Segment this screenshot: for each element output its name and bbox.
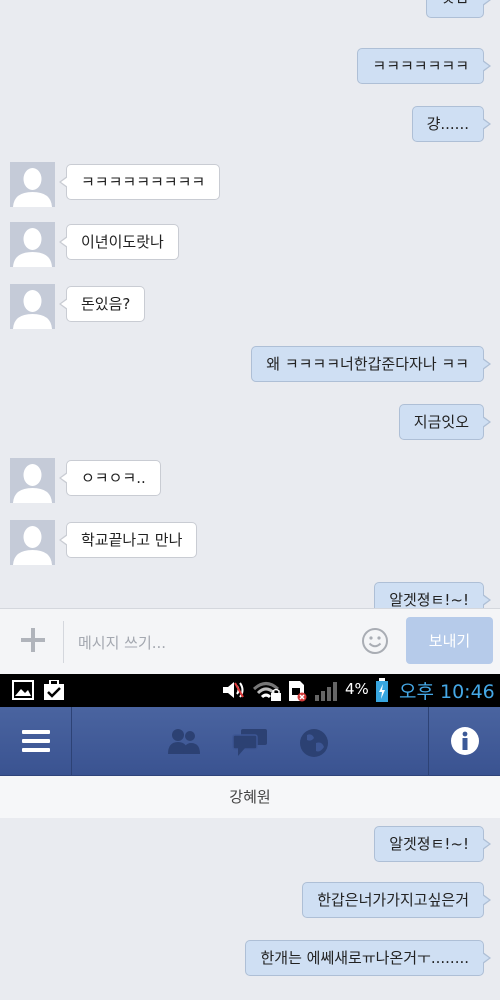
composer-divider [63, 621, 64, 663]
battery-icon [376, 678, 388, 702]
message-row: 한갑은너가가지고싶은거 [0, 882, 500, 928]
status-bar: 4% 오후 10:46 [0, 674, 500, 707]
chat-title: 강혜원 [0, 776, 500, 819]
message-composer: 보내기 [0, 608, 500, 674]
sent-message-bubble[interactable]: 알겟졍ㅌ!~! [374, 826, 491, 862]
menu-button[interactable] [0, 707, 72, 775]
plus-icon[interactable] [18, 625, 48, 655]
sent-message-bubble[interactable]: 왜 ㅋㅋㅋㅋ너한갑준다자나 ㅋㅋ [251, 346, 491, 382]
received-message-bubble[interactable]: 이년이도랏나 [59, 224, 179, 260]
avatar[interactable] [10, 520, 55, 565]
message-row: ㅋㅋㅋㅋㅋㅋㅋㅋㅋ [0, 162, 500, 208]
sent-message-bubble[interactable]: 한갑은너가가지고싶은거 [302, 882, 491, 918]
message-row: ㅅㅂ [0, 0, 500, 28]
info-icon[interactable] [450, 726, 480, 756]
sent-message-bubble[interactable]: ㅅㅂ [426, 0, 491, 18]
sent-message-bubble[interactable]: 알겟졍ㅌ!~! [374, 582, 491, 608]
menu-icon[interactable] [22, 728, 50, 754]
sent-message-bubble[interactable]: 걍...... [411, 106, 492, 142]
avatar[interactable] [10, 162, 55, 207]
message-row: ㅋㅋㅋㅋㅋㅋㅋ [0, 48, 500, 94]
message-row: ㅇㅋㅇㅋ.. [0, 458, 500, 504]
globe-icon[interactable] [298, 727, 330, 759]
sim-icon [289, 681, 307, 702]
smiley-icon[interactable] [361, 627, 389, 655]
send-button[interactable]: 보내기 [406, 617, 493, 664]
messages-icon[interactable] [232, 727, 268, 757]
chat-pane-bottom[interactable]: 알겟졍ㅌ!~! 한갑은너가가지고싶은거한개는 에쎄새로ㅠ나온거ㅜ........ [0, 818, 500, 1000]
message-input[interactable] [66, 621, 370, 665]
message-row: 왜 ㅋㅋㅋㅋ너한갑준다자나 ㅋㅋ [0, 346, 500, 392]
signal-icon [315, 682, 337, 701]
message-row: 학교끝나고 만나 [0, 520, 500, 566]
message-row: 알겟졍ㅌ!~! [0, 826, 500, 872]
avatar[interactable] [10, 458, 55, 503]
received-message-bubble[interactable]: 돈있음? [58, 286, 146, 322]
gallery-icon [12, 680, 34, 700]
received-message-bubble[interactable]: ㅇㅋㅇㅋ.. [59, 460, 161, 496]
message-row: 돈있음? [0, 284, 500, 330]
task-icon [44, 680, 64, 700]
sent-message-bubble[interactable]: 한개는 에쎄새로ㅠ나온거ㅜ........ [245, 940, 491, 976]
wifi-lock-icon [252, 682, 281, 701]
clock: 오후 10:46 [399, 681, 495, 703]
message-row: 이년이도랏나 [0, 222, 500, 268]
volume-icon [223, 682, 244, 698]
chat-pane-top[interactable]: ㅅㅂㅋㅋㅋㅋㅋㅋㅋ 걍...... ㅋㅋㅋㅋㅋㅋㅋㅋㅋ 이년이도랏나돈있음? 왜 ㅋㅋㅋ… [0, 0, 500, 608]
message-row: 알겟졍ㅌ!~! [0, 582, 500, 608]
received-message-bubble[interactable]: ㅋㅋㅋㅋㅋㅋㅋㅋㅋ [58, 164, 221, 200]
battery-percent: 4% [345, 680, 369, 698]
sent-message-bubble[interactable]: ㅋㅋㅋㅋㅋㅋㅋ [357, 48, 491, 84]
avatar[interactable] [10, 222, 55, 267]
facebook-nav-bar [0, 707, 500, 776]
friends-icon[interactable] [167, 727, 201, 755]
sent-message-bubble[interactable]: 지금잇오 [398, 404, 492, 440]
info-button[interactable] [428, 707, 500, 775]
message-row: 한개는 에쎄새로ㅠ나온거ㅜ........ [0, 940, 500, 986]
avatar[interactable] [10, 284, 55, 329]
message-row: 지금잇오 [0, 404, 500, 450]
received-message-bubble[interactable]: 학교끝나고 만나 [58, 522, 198, 558]
message-row: 걍...... [0, 106, 500, 152]
